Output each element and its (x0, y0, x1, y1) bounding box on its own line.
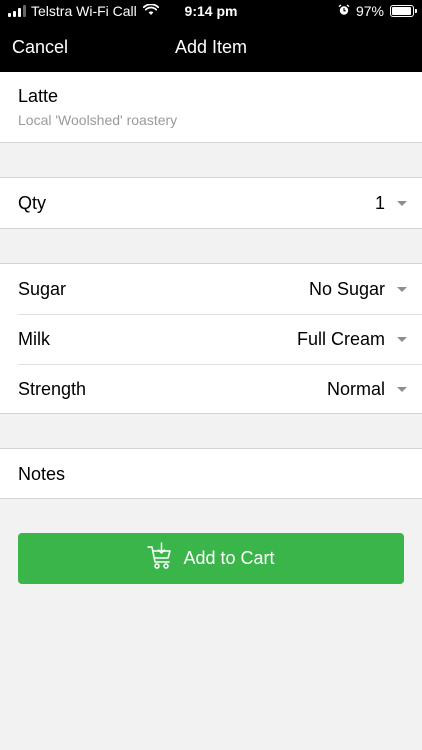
notes-field[interactable]: Notes (0, 449, 422, 499)
option-value: Full Cream (296, 328, 385, 349)
chevron-down-icon (397, 386, 407, 392)
cart-icon (147, 542, 173, 575)
add-to-cart-button[interactable]: Add to Cart (18, 533, 404, 584)
option-row-sugar[interactable]: Sugar No Sugar (0, 264, 422, 314)
chevron-down-icon (397, 336, 407, 342)
option-label: Milk (18, 328, 50, 349)
status-right: 97% (338, 3, 417, 19)
battery-icon (390, 5, 417, 17)
qty-value: 1 (374, 192, 385, 213)
item-name: Latte (18, 86, 59, 106)
notes-section: Notes (0, 448, 422, 499)
option-row-strength[interactable]: Strength Normal (0, 364, 422, 414)
qty-section: Qty 1 (0, 177, 422, 229)
status-bar: Telstra Wi-Fi Call 9:14 pm 97% (0, 0, 422, 24)
option-value: Normal (326, 378, 385, 399)
add-to-cart-label: Add to Cart (183, 548, 275, 568)
chevron-down-icon (397, 286, 407, 292)
qty-row[interactable]: Qty 1 (0, 178, 422, 228)
battery-percent: 97% (355, 3, 384, 19)
item-header: Latte Local 'Woolshed' roastery (0, 72, 422, 143)
option-label: Strength (18, 378, 87, 399)
options-section: Sugar No Sugar Milk Full Cream Strength … (0, 263, 422, 414)
notes-label: Notes (18, 463, 66, 484)
option-value: No Sugar (308, 278, 385, 299)
page-title: Add Item (174, 37, 248, 57)
option-label: Sugar (18, 278, 67, 299)
chevron-down-icon (397, 200, 407, 206)
alarm-icon (338, 3, 350, 19)
option-row-milk[interactable]: Milk Full Cream (0, 314, 422, 364)
qty-label: Qty (18, 192, 47, 213)
battery-fill (392, 7, 412, 15)
item-description: Local 'Woolshed' roastery (18, 112, 178, 128)
nav-bar: Cancel Add Item (0, 24, 422, 72)
